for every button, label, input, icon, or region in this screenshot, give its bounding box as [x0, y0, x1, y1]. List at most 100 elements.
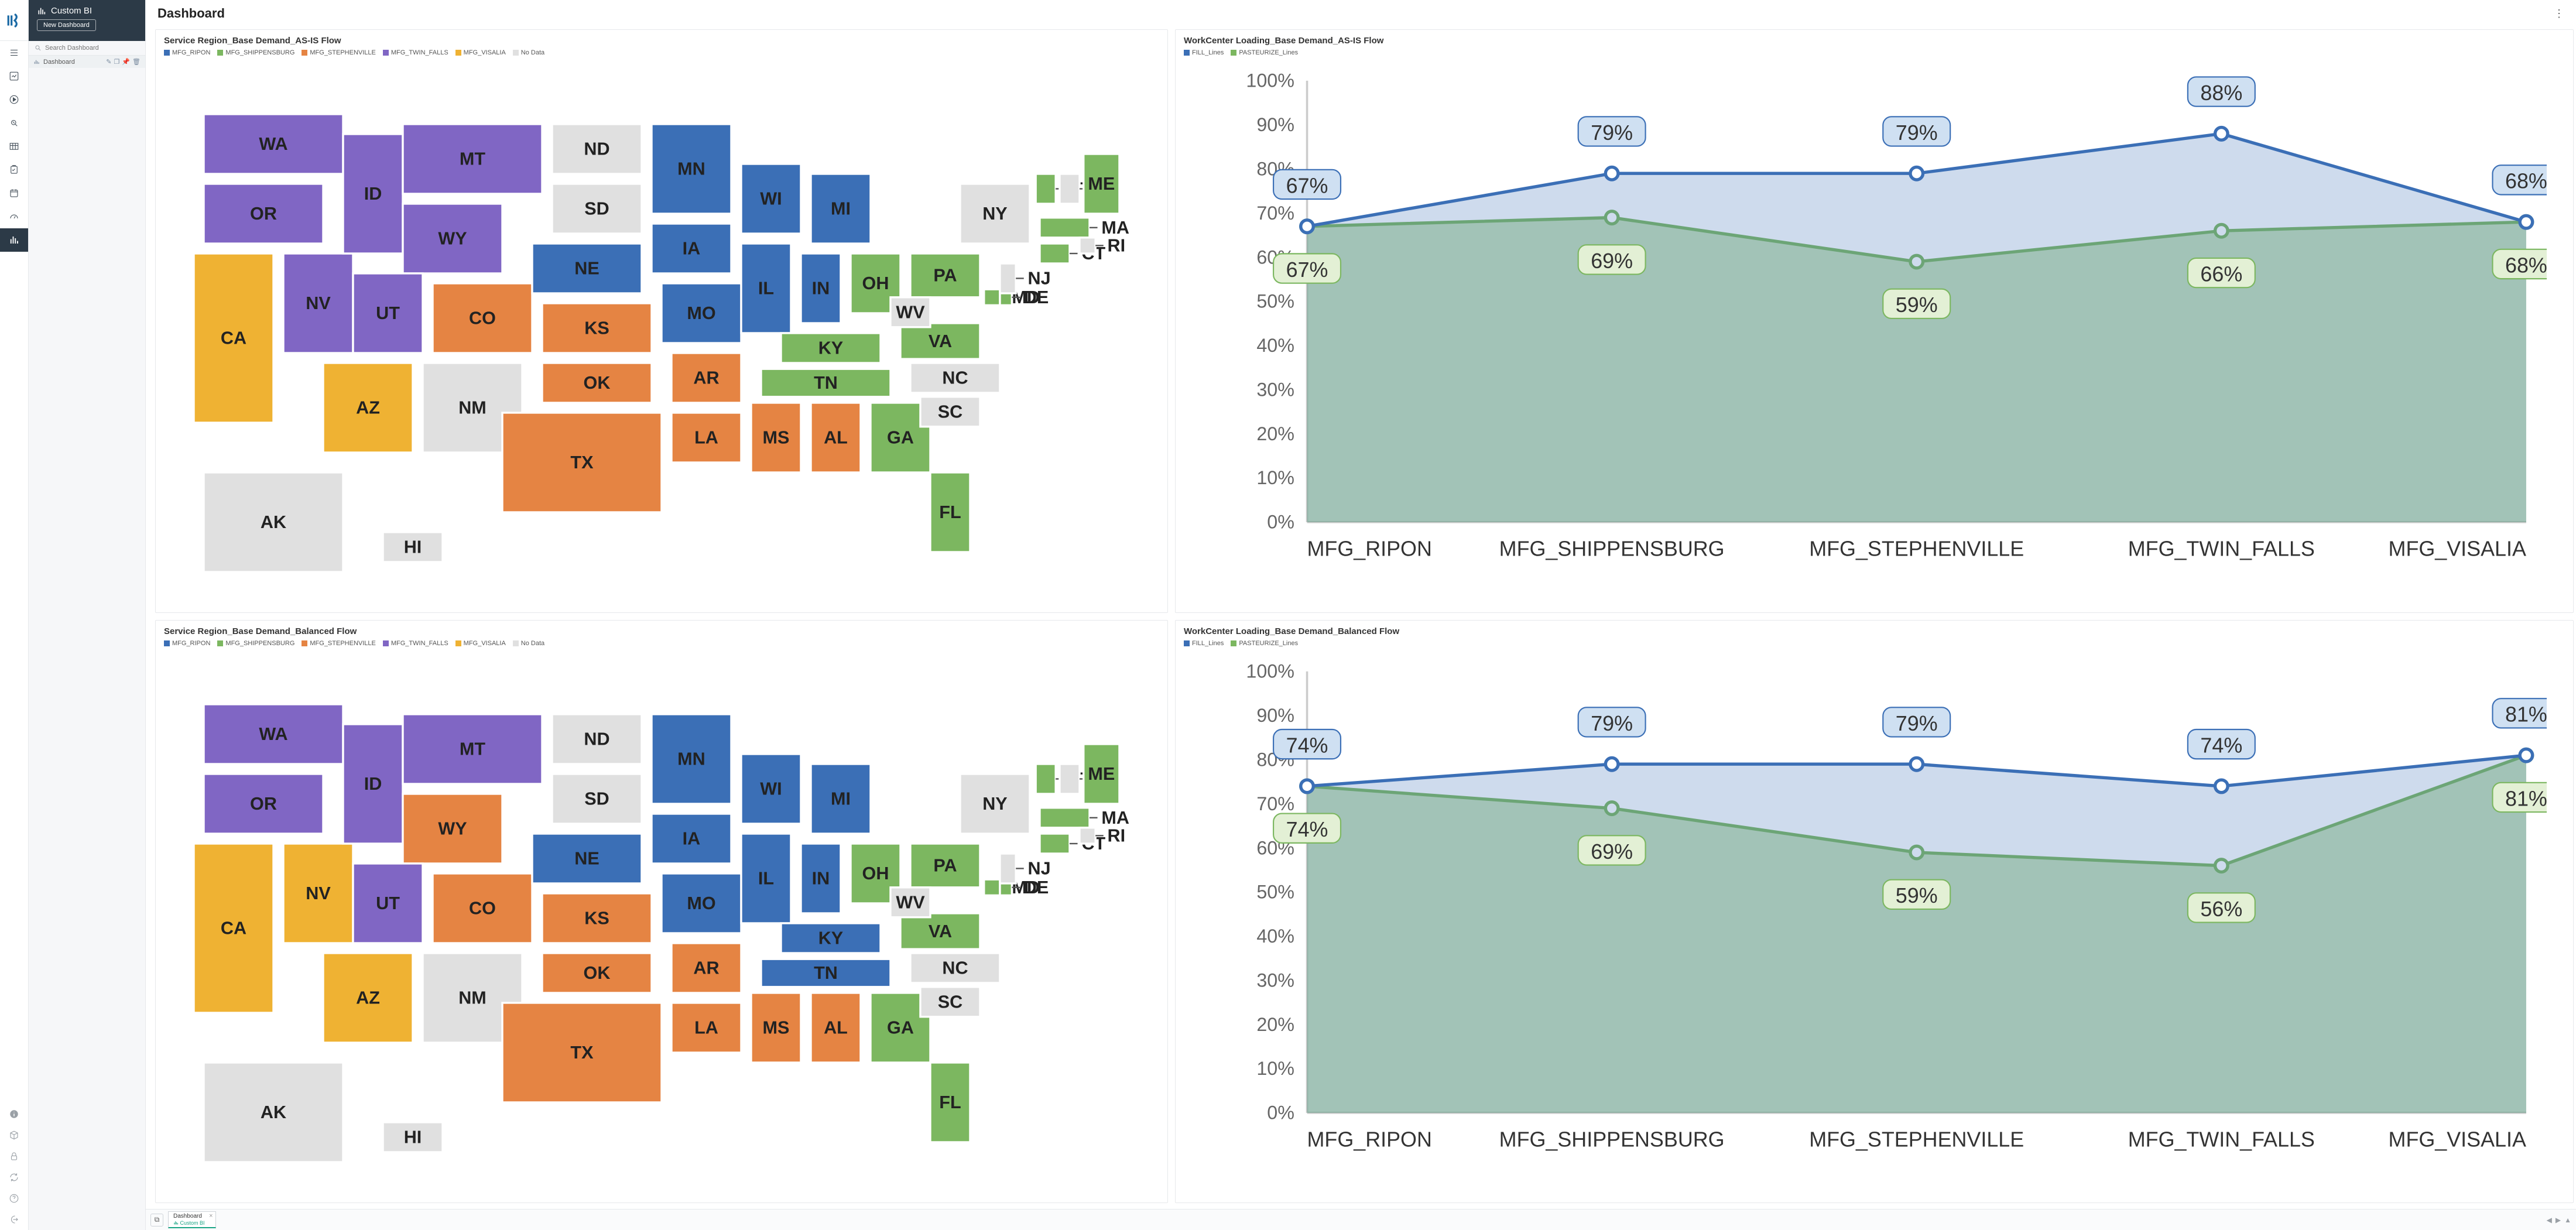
svg-text:MFG_VISALIA: MFG_VISALIA — [2388, 1128, 2526, 1151]
legend-item[interactable]: MFG_VISALIA — [455, 49, 506, 56]
svg-text:69%: 69% — [1591, 249, 1633, 273]
collapse-tabs-button[interactable]: ⧉ — [150, 1214, 163, 1226]
bar-chart-icon — [173, 1220, 179, 1225]
nav-package-icon[interactable] — [9, 1125, 19, 1146]
icon-rail — [0, 0, 29, 1230]
us-map-chart[interactable]: WAORCANVIDMTWYUTAZCONMNDSDNEKSOKTXMNIAMO… — [164, 664, 1159, 1182]
svg-text:DE: DE — [1024, 287, 1049, 307]
svg-text:74%: 74% — [1286, 734, 1328, 757]
nav-play-icon[interactable] — [0, 88, 28, 111]
app-logo — [0, 0, 28, 41]
page-header: Dashboard ⋮ — [146, 0, 2576, 23]
legend-item[interactable]: PASTEURIZE_Lines — [1231, 640, 1298, 647]
nav-lock-icon[interactable] — [9, 1146, 19, 1167]
svg-text:81%: 81% — [2505, 787, 2547, 810]
svg-text:10%: 10% — [1256, 1058, 1294, 1079]
nav-calendar-icon[interactable] — [0, 181, 28, 205]
legend-item[interactable]: PASTEURIZE_Lines — [1231, 49, 1298, 56]
panel-service-region-balanced: Service Region_Base Demand_Balanced Flow… — [155, 620, 1168, 1204]
svg-text:70%: 70% — [1256, 203, 1294, 224]
svg-text:66%: 66% — [2200, 262, 2242, 286]
legend-item[interactable]: MFG_RIPON — [164, 49, 210, 56]
search-input[interactable] — [45, 44, 139, 52]
copy-icon[interactable]: ❐ — [114, 58, 119, 66]
panel-workcenter-asis: WorkCenter Loading_Base Demand_AS-IS Flo… — [1175, 29, 2574, 613]
svg-text:MA: MA — [1101, 218, 1129, 238]
nav-info-icon[interactable] — [9, 1104, 19, 1125]
legend-item[interactable]: MFG_STEPHENVILLE — [302, 640, 375, 647]
nav-gauge-icon[interactable] — [0, 205, 28, 228]
nav-table-icon[interactable] — [0, 135, 28, 158]
svg-text:90%: 90% — [1256, 705, 1294, 726]
main-area: Dashboard ⋮ Service Region_Base Demand_A… — [146, 0, 2576, 1230]
tree-item-label: Dashboard — [43, 59, 75, 66]
svg-text:79%: 79% — [1895, 711, 1937, 735]
panel-title: Service Region_Base Demand_AS-IS Flow — [164, 36, 1159, 46]
legend-item[interactable]: MFG_SHIPPENSBURG — [217, 640, 294, 647]
svg-text:81%: 81% — [2505, 703, 2547, 726]
panel-title: WorkCenter Loading_Base Demand_Balanced … — [1184, 626, 2565, 636]
legend-item[interactable]: FILL_Lines — [1184, 640, 1224, 647]
tree-item-actions: ✎ ❐ 📌 🗑 — [106, 58, 141, 66]
area-chart[interactable]: 0%10%20%30%40%50%60%70%80%90%100%MFG_RIP… — [1202, 650, 2547, 1197]
close-tab-icon[interactable]: × — [209, 1212, 213, 1220]
panel-legend: MFG_RIPON MFG_SHIPPENSBURG MFG_STEPHENVILL… — [164, 640, 1159, 647]
edit-icon[interactable]: ✎ — [106, 58, 111, 66]
svg-text:DE: DE — [1024, 878, 1049, 897]
panel-legend: FILL_Lines PASTEURIZE_Lines — [1184, 49, 2565, 56]
panel-legend: MFG_RIPON MFG_SHIPPENSBURG MFG_STEPHENVILL… — [164, 49, 1159, 56]
svg-text:67%: 67% — [1286, 174, 1328, 197]
pin-icon[interactable]: 📌 — [122, 58, 130, 66]
svg-text:68%: 68% — [2505, 253, 2547, 277]
search-dashboard[interactable] — [29, 41, 145, 56]
legend-item[interactable]: No Data — [513, 49, 544, 56]
legend-item[interactable]: MFG_TWIN_FALLS — [383, 640, 448, 647]
svg-text:NJ: NJ — [1028, 268, 1051, 288]
legend-item[interactable]: MFG_TWIN_FALLS — [383, 49, 448, 56]
area-chart[interactable]: 0%10%20%30%40%50%60%70%80%90%100%MFG_RIP… — [1202, 60, 2547, 606]
svg-text:59%: 59% — [1895, 884, 1937, 907]
legend-item[interactable]: No Data — [513, 640, 544, 647]
legend-item[interactable]: MFG_STEPHENVILLE — [302, 49, 375, 56]
nav-logout-icon[interactable] — [9, 1209, 19, 1230]
svg-text:20%: 20% — [1256, 1013, 1294, 1034]
nav-help-icon[interactable] — [9, 1188, 19, 1209]
tab-scroll-up-icon[interactable]: ▲ — [2564, 1216, 2571, 1224]
panel-service-region-asis: Service Region_Base Demand_AS-IS Flow MF… — [155, 29, 1168, 613]
svg-text:79%: 79% — [1591, 711, 1633, 735]
svg-text:50%: 50% — [1256, 291, 1294, 312]
legend-item[interactable]: FILL_Lines — [1184, 49, 1224, 56]
nav-clipboard-icon[interactable] — [0, 158, 28, 181]
svg-text:88%: 88% — [2200, 81, 2242, 105]
svg-text:79%: 79% — [1895, 121, 1937, 145]
bar-chart-icon — [37, 6, 46, 16]
svg-text:40%: 40% — [1256, 926, 1294, 947]
svg-text:MFG_STEPHENVILLE: MFG_STEPHENVILLE — [1809, 537, 2024, 560]
panel-legend: FILL_Lines PASTEURIZE_Lines — [1184, 640, 2565, 647]
page-menu-icon[interactable]: ⋮ — [2554, 8, 2564, 20]
tab-prev-icon[interactable]: ◀ — [2547, 1216, 2552, 1224]
svg-text:59%: 59% — [1895, 293, 1937, 317]
us-map-chart[interactable]: WAORCANVIDMTWYUTAZCONMNDSDNEKSOKTXMNIAMO… — [164, 74, 1159, 592]
legend-item[interactable]: MFG_VISALIA — [455, 640, 506, 647]
nav-custom-bi-icon[interactable] — [0, 228, 28, 252]
nav-menu-icon[interactable] — [0, 41, 28, 64]
sidebar-header: Custom BI New Dashboard — [29, 0, 145, 41]
legend-item[interactable]: MFG_SHIPPENSBURG — [217, 49, 294, 56]
svg-text:MFG_TWIN_FALLS: MFG_TWIN_FALLS — [2128, 1128, 2314, 1151]
nav-explore-icon[interactable] — [0, 111, 28, 135]
nav-chart-icon[interactable] — [0, 64, 28, 88]
new-dashboard-button[interactable]: New Dashboard — [37, 19, 96, 31]
svg-text:MFG_VISALIA: MFG_VISALIA — [2388, 537, 2526, 560]
tab-next-icon[interactable]: ▶ — [2556, 1216, 2561, 1224]
tab-dashboard[interactable]: Dashboard Custom BI × — [168, 1211, 216, 1229]
delete-icon[interactable]: 🗑 — [132, 58, 141, 66]
tab-title: Dashboard — [173, 1213, 205, 1220]
panel-title: WorkCenter Loading_Base Demand_AS-IS Flo… — [1184, 36, 2565, 46]
bar-chart-icon — [33, 59, 40, 65]
page-title: Dashboard — [157, 6, 225, 21]
svg-text:40%: 40% — [1256, 335, 1294, 356]
legend-item[interactable]: MFG_RIPON — [164, 640, 210, 647]
tree-item-dashboard[interactable]: Dashboard ✎ ❐ 📌 🗑 — [29, 56, 145, 68]
nav-refresh-icon[interactable] — [9, 1167, 19, 1188]
